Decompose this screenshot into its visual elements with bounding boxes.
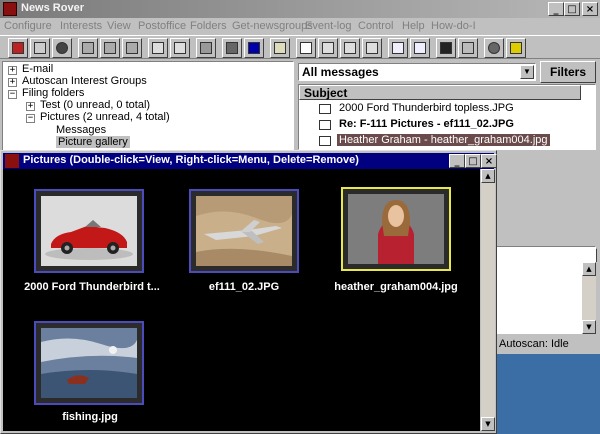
car-image bbox=[41, 196, 137, 266]
portrait-image bbox=[348, 194, 444, 264]
thumbnail-painting[interactable] bbox=[34, 321, 144, 405]
tb-sort-down-icon[interactable] bbox=[340, 38, 360, 58]
picture-gallery: 2000 Ford Thunderbird t... ef111_02.JPG … bbox=[3, 169, 480, 431]
scroll-down-icon[interactable]: ▼ bbox=[582, 320, 596, 334]
message-subject: Heather Graham - heather_graham004.jpg bbox=[337, 134, 550, 146]
maximize-button[interactable]: □ bbox=[465, 154, 481, 168]
toolbar bbox=[0, 35, 600, 59]
tree-item-filing-folders[interactable]: Filing folders bbox=[22, 87, 84, 99]
menu-folders[interactable]: Folders bbox=[190, 20, 227, 32]
thumbnail-car[interactable] bbox=[34, 189, 144, 273]
menu-interests[interactable]: Interests bbox=[60, 20, 102, 32]
envelope-icon bbox=[319, 136, 331, 146]
tb-branch-icon[interactable] bbox=[170, 38, 190, 58]
tree-item-pictures[interactable]: Pictures (2 unread, 4 total) bbox=[40, 111, 170, 123]
tb-printer-icon[interactable] bbox=[222, 38, 242, 58]
collapse-icon[interactable]: − bbox=[26, 114, 35, 123]
tb-stop-icon[interactable] bbox=[484, 38, 504, 58]
filter-selected-value: All messages bbox=[302, 65, 379, 79]
expand-icon[interactable]: + bbox=[8, 66, 17, 75]
filters-button[interactable]: Filters bbox=[540, 61, 596, 83]
envelope-icon bbox=[319, 120, 331, 130]
pictures-window: Pictures (Double-click=View, Right-click… bbox=[0, 150, 497, 434]
tb-download-icon[interactable] bbox=[196, 38, 216, 58]
tb-sort-up-icon[interactable] bbox=[318, 38, 338, 58]
menu-bar: Configure Interests View Postoffice Fold… bbox=[0, 18, 600, 35]
message-row[interactable]: 2000 Ford Thunderbird topless.JPG bbox=[299, 101, 581, 117]
tb-globe-icon[interactable] bbox=[52, 38, 72, 58]
menu-control[interactable]: Control bbox=[358, 20, 393, 32]
tb-list-icon[interactable] bbox=[100, 38, 120, 58]
menu-event-log[interactable]: Event-log bbox=[305, 20, 351, 32]
tb-split-icon[interactable] bbox=[122, 38, 142, 58]
tb-find-next-icon[interactable] bbox=[458, 38, 478, 58]
tree-item-picture-gallery[interactable]: Picture gallery bbox=[56, 136, 130, 148]
message-list: Subject 2000 Ford Thunderbird topless.JP… bbox=[298, 84, 596, 150]
scroll-up-icon[interactable]: ▲ bbox=[582, 262, 596, 276]
rover-icon bbox=[3, 2, 17, 16]
minimize-button[interactable]: _ bbox=[548, 2, 564, 16]
tb-new-icon[interactable] bbox=[8, 38, 28, 58]
chevron-down-icon[interactable]: ▼ bbox=[520, 65, 534, 79]
subject-column-header[interactable]: Subject bbox=[299, 85, 581, 100]
minimize-button[interactable]: _ bbox=[449, 154, 465, 168]
expand-icon[interactable]: + bbox=[8, 78, 17, 87]
status-text: Autoscan: Idle bbox=[499, 338, 569, 350]
thumbnail-jet[interactable] bbox=[189, 189, 299, 273]
message-filter-select[interactable]: All messages ▼ bbox=[298, 63, 536, 81]
message-row[interactable]: Re: F-111 Pictures - ef111_02.JPG bbox=[299, 117, 581, 133]
tb-numbered-icon[interactable] bbox=[410, 38, 430, 58]
tb-binoculars-icon[interactable] bbox=[436, 38, 456, 58]
thumbnail-caption: ef111_02.JPG bbox=[208, 281, 280, 293]
tb-help-icon[interactable] bbox=[506, 38, 526, 58]
painting-image bbox=[41, 328, 137, 398]
menu-get-newsgroups[interactable]: Get-newsgroups bbox=[232, 20, 313, 32]
envelope-icon bbox=[319, 104, 331, 114]
menu-postoffice[interactable]: Postoffice bbox=[138, 20, 186, 32]
pictures-window-title: Pictures (Double-click=View, Right-click… bbox=[23, 154, 359, 166]
menu-help[interactable]: Help bbox=[402, 20, 425, 32]
menu-configure[interactable]: Configure bbox=[4, 20, 52, 32]
tree-item-autoscan[interactable]: Autoscan Interest Groups bbox=[22, 75, 147, 87]
thumbnail-caption: 2000 Ford Thunderbird t... bbox=[24, 281, 160, 293]
main-titlebar[interactable]: News Rover _ □ × bbox=[0, 0, 600, 18]
close-button[interactable]: × bbox=[481, 154, 497, 168]
thumbnail-portrait[interactable] bbox=[341, 187, 451, 271]
close-button[interactable]: × bbox=[582, 2, 598, 16]
tb-copy-icon[interactable] bbox=[296, 38, 316, 58]
scroll-down-icon[interactable]: ▼ bbox=[481, 417, 495, 431]
thumbnail-caption: heather_graham004.jpg bbox=[334, 281, 458, 293]
tb-grid-icon[interactable] bbox=[78, 38, 98, 58]
tb-edit-icon[interactable] bbox=[30, 38, 50, 58]
tb-columns-icon[interactable] bbox=[362, 38, 382, 58]
maximize-button[interactable]: □ bbox=[564, 2, 580, 16]
tb-window-icon[interactable] bbox=[244, 38, 264, 58]
message-subject: 2000 Ford Thunderbird topless.JPG bbox=[339, 102, 514, 114]
expand-icon[interactable]: + bbox=[26, 102, 35, 111]
tb-tree-icon[interactable] bbox=[148, 38, 168, 58]
jet-image bbox=[196, 196, 292, 266]
scroll-up-icon[interactable]: ▲ bbox=[481, 169, 495, 183]
collapse-icon[interactable]: − bbox=[8, 90, 17, 99]
menu-view[interactable]: View bbox=[107, 20, 131, 32]
gallery-scrollbar[interactable]: ▲ ▼ bbox=[481, 169, 495, 431]
menu-how-do-i[interactable]: How-do-I bbox=[431, 20, 476, 32]
message-subject: Re: F-111 Pictures - ef111_02.JPG bbox=[339, 118, 514, 130]
preview-scrollbar[interactable]: ▲ ▼ bbox=[582, 262, 596, 334]
rover-icon bbox=[5, 154, 19, 168]
pictures-titlebar[interactable]: Pictures (Double-click=View, Right-click… bbox=[3, 153, 497, 169]
thumbnail-caption: fishing.jpg bbox=[62, 411, 118, 423]
tree-item-messages[interactable]: Messages bbox=[56, 124, 106, 136]
folder-tree[interactable]: + E-mail + Autoscan Interest Groups − Fi… bbox=[2, 61, 294, 151]
tb-checklist-icon[interactable] bbox=[388, 38, 408, 58]
message-row-selected[interactable]: Heather Graham - heather_graham004.jpg bbox=[299, 133, 581, 149]
tree-item-email[interactable]: E-mail bbox=[22, 63, 53, 75]
tree-item-test[interactable]: Test (0 unread, 0 total) bbox=[40, 99, 150, 111]
preview-pane bbox=[496, 246, 596, 334]
tb-picture-icon[interactable] bbox=[270, 38, 290, 58]
window-title: News Rover bbox=[21, 2, 84, 14]
